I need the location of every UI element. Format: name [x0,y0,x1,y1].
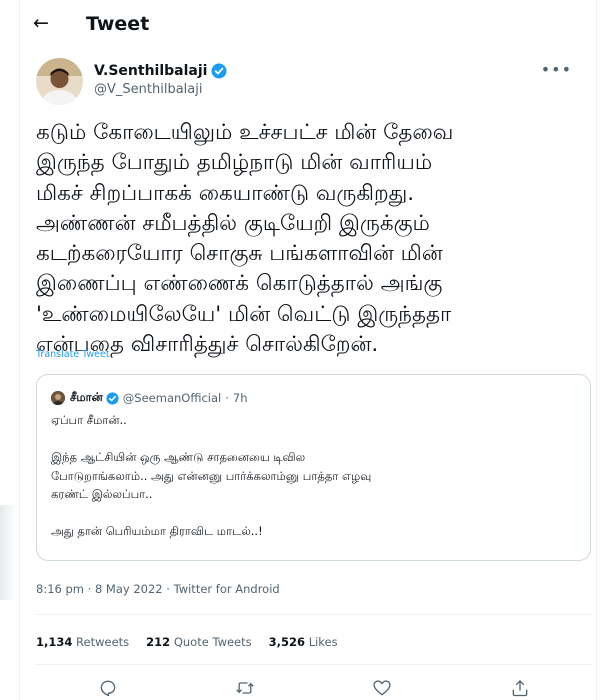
divider [36,664,592,665]
author-info: V.Senthilbalaji @V_Senthilbalaji [94,63,227,97]
tweet-stats: 1,134 Retweets 212 Quote Tweets 3,526 Li… [36,635,355,649]
retweets-count: 1,134 [36,635,73,649]
verified-badge-icon [106,391,119,405]
tweet-timestamp[interactable]: 8:16 pm · 8 May 2022 · Twitter for Andro… [36,582,280,596]
page-title: Tweet [86,12,150,35]
like-heart-icon[interactable] [369,676,395,700]
quoted-time: 7h [232,391,248,405]
arrow-left-icon[interactable]: ← [24,14,58,33]
quoted-author-name: சீமான் [70,390,103,404]
likes-label: Likes [308,635,338,649]
quoted-avatar [51,391,65,405]
tweet-author: V.Senthilbalaji @V_Senthilbalaji ••• [36,58,596,106]
retweets-label: Retweets [76,635,130,649]
translate-link[interactable]: Translate Tweet [36,349,110,360]
tweet-actions [36,676,592,700]
retweets-stat[interactable]: 1,134 Retweets [36,635,129,649]
left-border [19,0,20,700]
quoted-tweet-header: சீமான் @SeemanOfficial · 7h [51,390,247,406]
quoted-separator: · [225,391,229,405]
avatar[interactable] [36,58,83,105]
page-header: ← Tweet [20,0,596,47]
right-border [596,0,597,700]
likes-count: 3,526 [268,635,306,649]
share-icon[interactable] [507,676,533,700]
tweet-text: கடும் கோடையிலும் உச்சபட்ச மின் தேவை இருந… [36,120,454,358]
quoted-author-handle: @SeemanOfficial [122,391,222,405]
reply-icon[interactable] [95,676,121,700]
author-name[interactable]: V.Senthilbalaji [94,63,207,79]
edge-shadow [0,505,16,600]
divider [36,614,592,615]
quote-tweets-stat[interactable]: 212 Quote Tweets [146,635,251,649]
quoted-tweet-text: ஏப்பா சீமான்.. இந்த ஆட்சியின் ஒரு ஆண்டு … [51,413,372,538]
verified-badge-icon [211,63,227,79]
more-options-icon[interactable]: ••• [541,60,572,79]
author-handle[interactable]: @V_Senthilbalaji [94,82,227,97]
quotes-count: 212 [146,635,171,649]
retweet-icon[interactable] [232,676,258,700]
quotes-label: Quote Tweets [173,635,252,649]
quoted-tweet[interactable]: சீமான் @SeemanOfficial · 7h ஏப்பா சீமான்… [36,374,591,561]
likes-stat[interactable]: 3,526 Likes [269,635,338,649]
